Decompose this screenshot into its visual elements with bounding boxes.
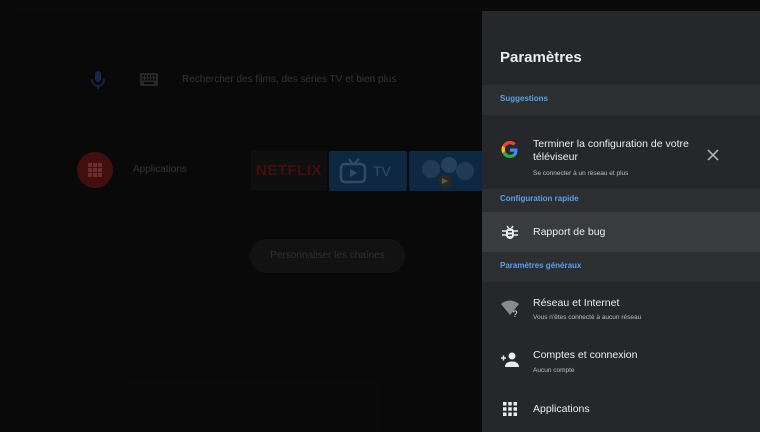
customize-channels-button[interactable]: Personnaliser les chaînes xyxy=(250,239,405,273)
close-icon[interactable] xyxy=(706,148,720,162)
menu-item-subtitle: Vous n'êtes connecté à aucun réseau xyxy=(533,314,642,321)
settings-panel: Paramètres Suggestions Terminer la confi… xyxy=(482,11,760,432)
menu-item-label: Réseau et Internet xyxy=(533,297,620,309)
menu-item-accounts[interactable]: Comptes et connexion Aucun compte xyxy=(482,334,760,389)
suggestion-subtitle: Se connecter à un réseau et plus xyxy=(533,170,629,177)
games-artwork-icon xyxy=(422,157,474,187)
section-header-suggestions: Suggestions xyxy=(482,85,760,115)
google-icon xyxy=(501,141,518,158)
keyboard-icon[interactable] xyxy=(140,73,158,86)
live-tv-tile[interactable]: TV xyxy=(329,151,407,191)
section-header-label: Paramètres généraux xyxy=(500,261,582,270)
section-header-label: Configuration rapide xyxy=(500,194,579,203)
wifi-unknown-icon: ? xyxy=(501,300,519,318)
menu-item-label: Comptes et connexion xyxy=(533,349,638,361)
add-account-icon xyxy=(501,352,519,367)
menu-item-label: Applications xyxy=(533,403,590,415)
suggestion-finish-setup[interactable]: Terminer la configuration de votre télév… xyxy=(482,115,760,189)
menu-item-bug-report[interactable]: Rapport de bug xyxy=(482,212,760,252)
search-bar-text[interactable]: Rechercher des films, des séries TV et b… xyxy=(182,74,396,85)
home-screen: Rechercher des films, des séries TV et b… xyxy=(9,11,482,432)
apps-label: Applications xyxy=(133,164,187,175)
menu-item-label: Rapport de bug xyxy=(533,226,606,238)
section-header-general: Paramètres généraux xyxy=(482,252,760,282)
section-header-label: Suggestions xyxy=(500,94,549,103)
menu-item-network[interactable]: ? Réseau et Internet Vous n'êtes connect… xyxy=(482,282,760,334)
apps-button[interactable] xyxy=(77,152,113,188)
page-title: Paramètres xyxy=(500,49,582,66)
tv-icon xyxy=(339,158,367,184)
games-tile[interactable] xyxy=(409,151,482,191)
section-header-quick-setup: Configuration rapide xyxy=(482,189,760,212)
menu-item-subtitle: Aucun compte xyxy=(533,367,575,374)
svg-text:?: ? xyxy=(513,309,518,318)
apps-grid-icon xyxy=(88,163,102,177)
netflix-tile[interactable]: NETFLIX xyxy=(251,151,327,191)
tv-screen: Rechercher des films, des séries TV et b… xyxy=(9,11,760,432)
suggestion-title: Terminer la configuration de votre télév… xyxy=(533,138,689,163)
microphone-icon[interactable] xyxy=(89,70,107,92)
tv-label: TV xyxy=(373,163,391,179)
bug-icon xyxy=(502,225,518,239)
apps-grid-icon xyxy=(503,402,517,416)
menu-item-applications[interactable]: Applications xyxy=(482,389,760,429)
